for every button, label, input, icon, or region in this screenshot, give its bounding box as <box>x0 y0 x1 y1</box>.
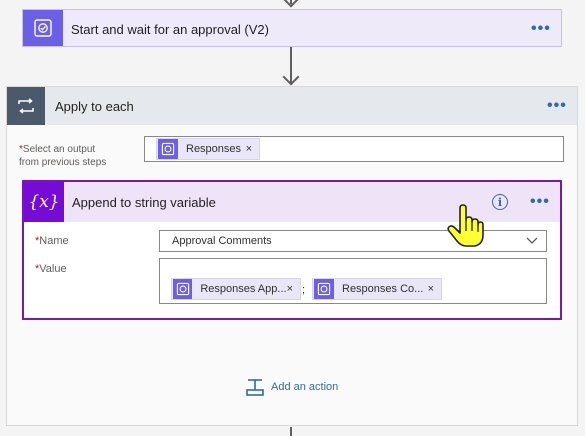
info-icon[interactable]: i <box>492 194 508 210</box>
token-separator: ; <box>302 284 306 296</box>
responses-comments-token[interactable]: Responses Co... × <box>312 278 442 300</box>
add-action-icon <box>246 379 264 396</box>
append-more-menu[interactable]: ••• <box>530 194 550 210</box>
approval-token-icon <box>314 279 334 299</box>
approval-step-card[interactable]: Start and wait for an approval (V2) ••• <box>22 9 562 47</box>
responses-token[interactable]: Responses × <box>156 138 260 160</box>
connector-approval-foreach-arrow <box>282 68 300 86</box>
remove-token-icon[interactable]: × <box>246 143 252 155</box>
variable-icon: {x} <box>24 182 64 222</box>
responses-token-label: Responses <box>186 143 242 155</box>
hand-cursor-icon <box>447 204 484 247</box>
select-output-label: *Select an output from previous steps <box>19 144 107 168</box>
responses-approvers-token[interactable]: Responses App... × <box>171 278 301 300</box>
loop-icon <box>7 87 45 125</box>
add-action-button[interactable]: Add an action <box>246 378 338 396</box>
append-variable-card: {x} Append to string variable i ••• *Nam… <box>22 180 562 320</box>
apply-to-each-more-menu[interactable]: ••• <box>547 98 567 114</box>
value-label: *Value <box>35 263 67 275</box>
token-label: Responses App... <box>200 283 287 295</box>
variable-value-field[interactable]: Responses App... × ; Responses Co... × <box>159 258 547 304</box>
add-action-label: Add an action <box>271 381 339 393</box>
approval-more-menu[interactable]: ••• <box>531 21 551 37</box>
select-output-field[interactable]: Responses × <box>144 136 564 162</box>
remove-token-icon[interactable]: × <box>428 283 434 295</box>
name-label: *Name <box>35 235 69 247</box>
chevron-down-icon <box>526 237 538 244</box>
connector-top-arrow <box>282 0 300 8</box>
variable-name-dropdown[interactable]: Approval Comments <box>159 230 547 252</box>
approval-icon <box>23 10 63 46</box>
approval-token-icon <box>173 279 193 299</box>
variable-name-value: Approval Comments <box>172 235 272 247</box>
apply-to-each-title[interactable]: Apply to each <box>55 99 134 114</box>
apply-to-each-header[interactable]: Apply to each ••• <box>7 87 577 125</box>
append-variable-title[interactable]: Append to string variable <box>72 195 216 210</box>
approval-step-title[interactable]: Start and wait for an approval (V2) <box>71 22 269 37</box>
connector-bottom <box>290 427 292 436</box>
approval-token-icon <box>158 139 178 159</box>
remove-token-icon[interactable]: × <box>287 283 293 295</box>
token-label: Responses Co... <box>342 283 424 295</box>
